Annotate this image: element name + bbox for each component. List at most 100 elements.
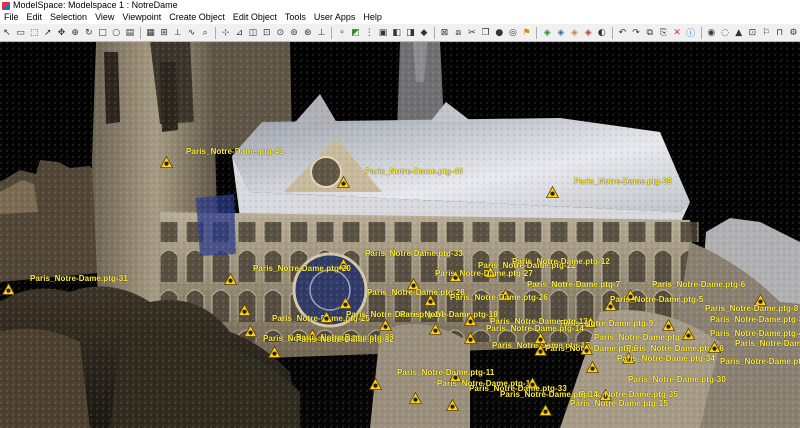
scan-station-marker-icon[interactable] <box>446 399 459 411</box>
scan-station-marker-icon[interactable] <box>238 304 251 316</box>
section-icon[interactable]: ⊠ <box>439 26 451 39</box>
measure-icon[interactable]: ⟂ <box>172 26 184 39</box>
snap-any-icon[interactable]: ⊛ <box>302 26 314 39</box>
scan-station-label[interactable]: Paris_Notre-Dame.ptg-39 <box>574 177 672 186</box>
menu-help[interactable]: Help <box>359 11 386 24</box>
scan-station-marker-icon[interactable] <box>379 319 392 331</box>
scan-station-label[interactable]: Paris_Notre-Dame.ptg-8 <box>705 304 798 313</box>
scan-station-marker-icon[interactable] <box>2 283 15 295</box>
view-front-icon[interactable]: ▣ <box>377 26 389 39</box>
snap-point-icon[interactable]: ⊹ <box>220 26 232 39</box>
snap-face-icon[interactable]: ◫ <box>247 26 259 39</box>
scan-station-marker-icon[interactable] <box>268 346 281 358</box>
redo-icon[interactable]: ↷ <box>630 26 642 39</box>
info-icon[interactable]: ⓘ <box>685 26 697 39</box>
scan-station-label[interactable]: Paris_Notre-Dame.ptg-18 <box>400 310 498 319</box>
box-icon[interactable]: □ <box>97 26 109 39</box>
scan-station-marker-icon[interactable] <box>539 404 552 416</box>
menu-create-object[interactable]: Create Object <box>165 11 229 24</box>
menu-viewpoint[interactable]: Viewpoint <box>118 11 165 24</box>
snap-midpoint-icon[interactable]: ⊙ <box>275 26 287 39</box>
menu-view[interactable]: View <box>91 11 118 24</box>
scan-station-label[interactable]: Paris_Notre-Dame.ptg-33 <box>365 249 463 258</box>
scan-station-marker-icon[interactable] <box>546 186 559 198</box>
menu-edit-object[interactable]: Edit Object <box>229 11 281 24</box>
scan-station-label[interactable]: Paris_Notre-Dame.ptg-10 <box>594 333 692 342</box>
fence-select-icon[interactable]: ⬚ <box>28 26 40 39</box>
delete-icon[interactable]: ✕ <box>671 26 683 39</box>
cube-icon[interactable]: ❒ <box>480 26 492 39</box>
scan-station-label[interactable]: Paris_Notre-Dame.ptg-4 <box>710 329 800 338</box>
scan-station-marker-icon[interactable] <box>580 343 593 355</box>
arrow-select-icon[interactable]: ↖ <box>1 26 13 39</box>
scan-station-label[interactable]: Paris_Notre-Dame.ptg-3 <box>710 315 800 324</box>
align-icon[interactable]: ⋮ <box>363 26 375 39</box>
copy-icon[interactable]: ⧉ <box>644 26 656 39</box>
scan-station-marker-icon[interactable] <box>339 297 352 309</box>
zoom-icon[interactable]: ⌕ <box>199 26 211 39</box>
scan-station-marker-icon[interactable] <box>708 341 721 353</box>
3d-viewport[interactable]: Paris_Notre-Dame.ptg-41 Paris_Notre-Dame.… <box>0 42 800 428</box>
scan-station-marker-icon[interactable] <box>534 332 547 344</box>
scan-station-marker-icon[interactable] <box>369 378 382 390</box>
scan-station-label[interactable]: Paris_Notre-Dame.ptg-31 <box>30 274 128 283</box>
color-scan-icon[interactable]: ◈ <box>541 26 553 39</box>
layers-icon[interactable]: ▤ <box>124 26 136 39</box>
view-side-icon[interactable]: ◨ <box>404 26 416 39</box>
fit-cloud-icon[interactable]: ◩ <box>350 26 362 39</box>
flag-icon[interactable]: ⚐ <box>760 26 772 39</box>
scan-station-label[interactable]: Paris_Notre-Dame.ptg-14 <box>500 390 598 399</box>
limit-box-icon[interactable]: ⧈ <box>452 26 464 39</box>
scan-station-label[interactable]: Paris_Notre-Dame.ptg-12 <box>512 257 610 266</box>
scan-station-marker-icon[interactable] <box>464 314 477 326</box>
path-icon[interactable]: ∿ <box>186 26 198 39</box>
menu-user-apps[interactable]: User Apps <box>310 11 360 24</box>
snap-center-icon[interactable]: ⊚ <box>288 26 300 39</box>
scan-station-marker-icon[interactable] <box>464 332 477 344</box>
visible-icon[interactable]: ◉ <box>705 26 717 39</box>
walk-icon[interactable]: ⚑ <box>521 26 533 39</box>
scan-station-marker-icon[interactable] <box>320 311 333 323</box>
rotate-icon[interactable]: ↻ <box>83 26 95 39</box>
camera-icon[interactable]: ⊡ <box>747 26 759 39</box>
menu-tools[interactable]: Tools <box>281 11 310 24</box>
lock-icon[interactable]: ⊓ <box>774 26 786 39</box>
sphere-icon[interactable]: ● <box>493 26 505 39</box>
scan-station-marker-icon[interactable] <box>160 156 173 168</box>
scan-station-label[interactable]: Paris_Notre-Dame.ptg-5 <box>610 295 703 304</box>
scan-station-marker-icon[interactable] <box>682 328 695 340</box>
pipe-icon[interactable]: ◎ <box>507 26 519 39</box>
pan-icon[interactable]: ⊕ <box>69 26 81 39</box>
menu-file[interactable]: File <box>0 11 23 24</box>
scan-station-marker-icon[interactable] <box>337 176 350 188</box>
snap-vertex-icon[interactable]: ⊡ <box>261 26 273 39</box>
rect-select-icon[interactable]: ▭ <box>15 26 27 39</box>
scan-station-label[interactable]: Paris_Notre-Dame.ptg-1 <box>735 339 800 348</box>
zoom-region-icon[interactable]: ⊞ <box>158 26 170 39</box>
cloud-select-icon[interactable]: ⚬ <box>336 26 348 39</box>
scan-station-marker-icon[interactable] <box>586 361 599 373</box>
scan-station-label[interactable]: Paris_Notre-Dame.ptg-30 <box>628 375 726 384</box>
grid-icon[interactable]: ▦ <box>145 26 157 39</box>
scan-station-label[interactable]: Paris_Notre-Dame.ptg-26 <box>450 293 548 302</box>
hide-icon[interactable]: ◌ <box>719 26 731 39</box>
scan-station-marker-icon[interactable] <box>429 323 442 335</box>
scan-station-label[interactable]: Paris_Notre-Dame.ptg-32 <box>296 335 394 344</box>
render-icon[interactable]: ▲ <box>733 26 745 39</box>
menu-selection[interactable]: Selection <box>46 11 91 24</box>
view-iso-icon[interactable]: ◆ <box>418 26 430 39</box>
scan-station-label[interactable]: Paris_Notre-Dame.ptg-7 <box>527 280 620 289</box>
circle-icon[interactable]: ○ <box>110 26 122 39</box>
scan-station-label[interactable]: Paris_Notre-Dame.ptg-40 <box>365 167 463 176</box>
scan-station-label[interactable]: Paris_Notre-Dame.ptg-34 <box>617 354 715 363</box>
paste-icon[interactable]: ⎘ <box>658 26 670 39</box>
scan-station-label[interactable]: Paris_Notre-Dame.ptg-11 <box>397 368 494 377</box>
color-intensity-icon[interactable]: ◈ <box>555 26 567 39</box>
scan-station-label[interactable]: Paris_Notre-Dame.ptg-20 <box>253 264 351 273</box>
clip-icon[interactable]: ✂ <box>466 26 478 39</box>
color-fixed-icon[interactable]: ◈ <box>582 26 594 39</box>
shade-icon[interactable]: ◐ <box>596 26 608 39</box>
snap-edge-icon[interactable]: ⊿ <box>234 26 246 39</box>
scan-station-marker-icon[interactable] <box>409 392 422 404</box>
move-icon[interactable]: ✥ <box>56 26 68 39</box>
